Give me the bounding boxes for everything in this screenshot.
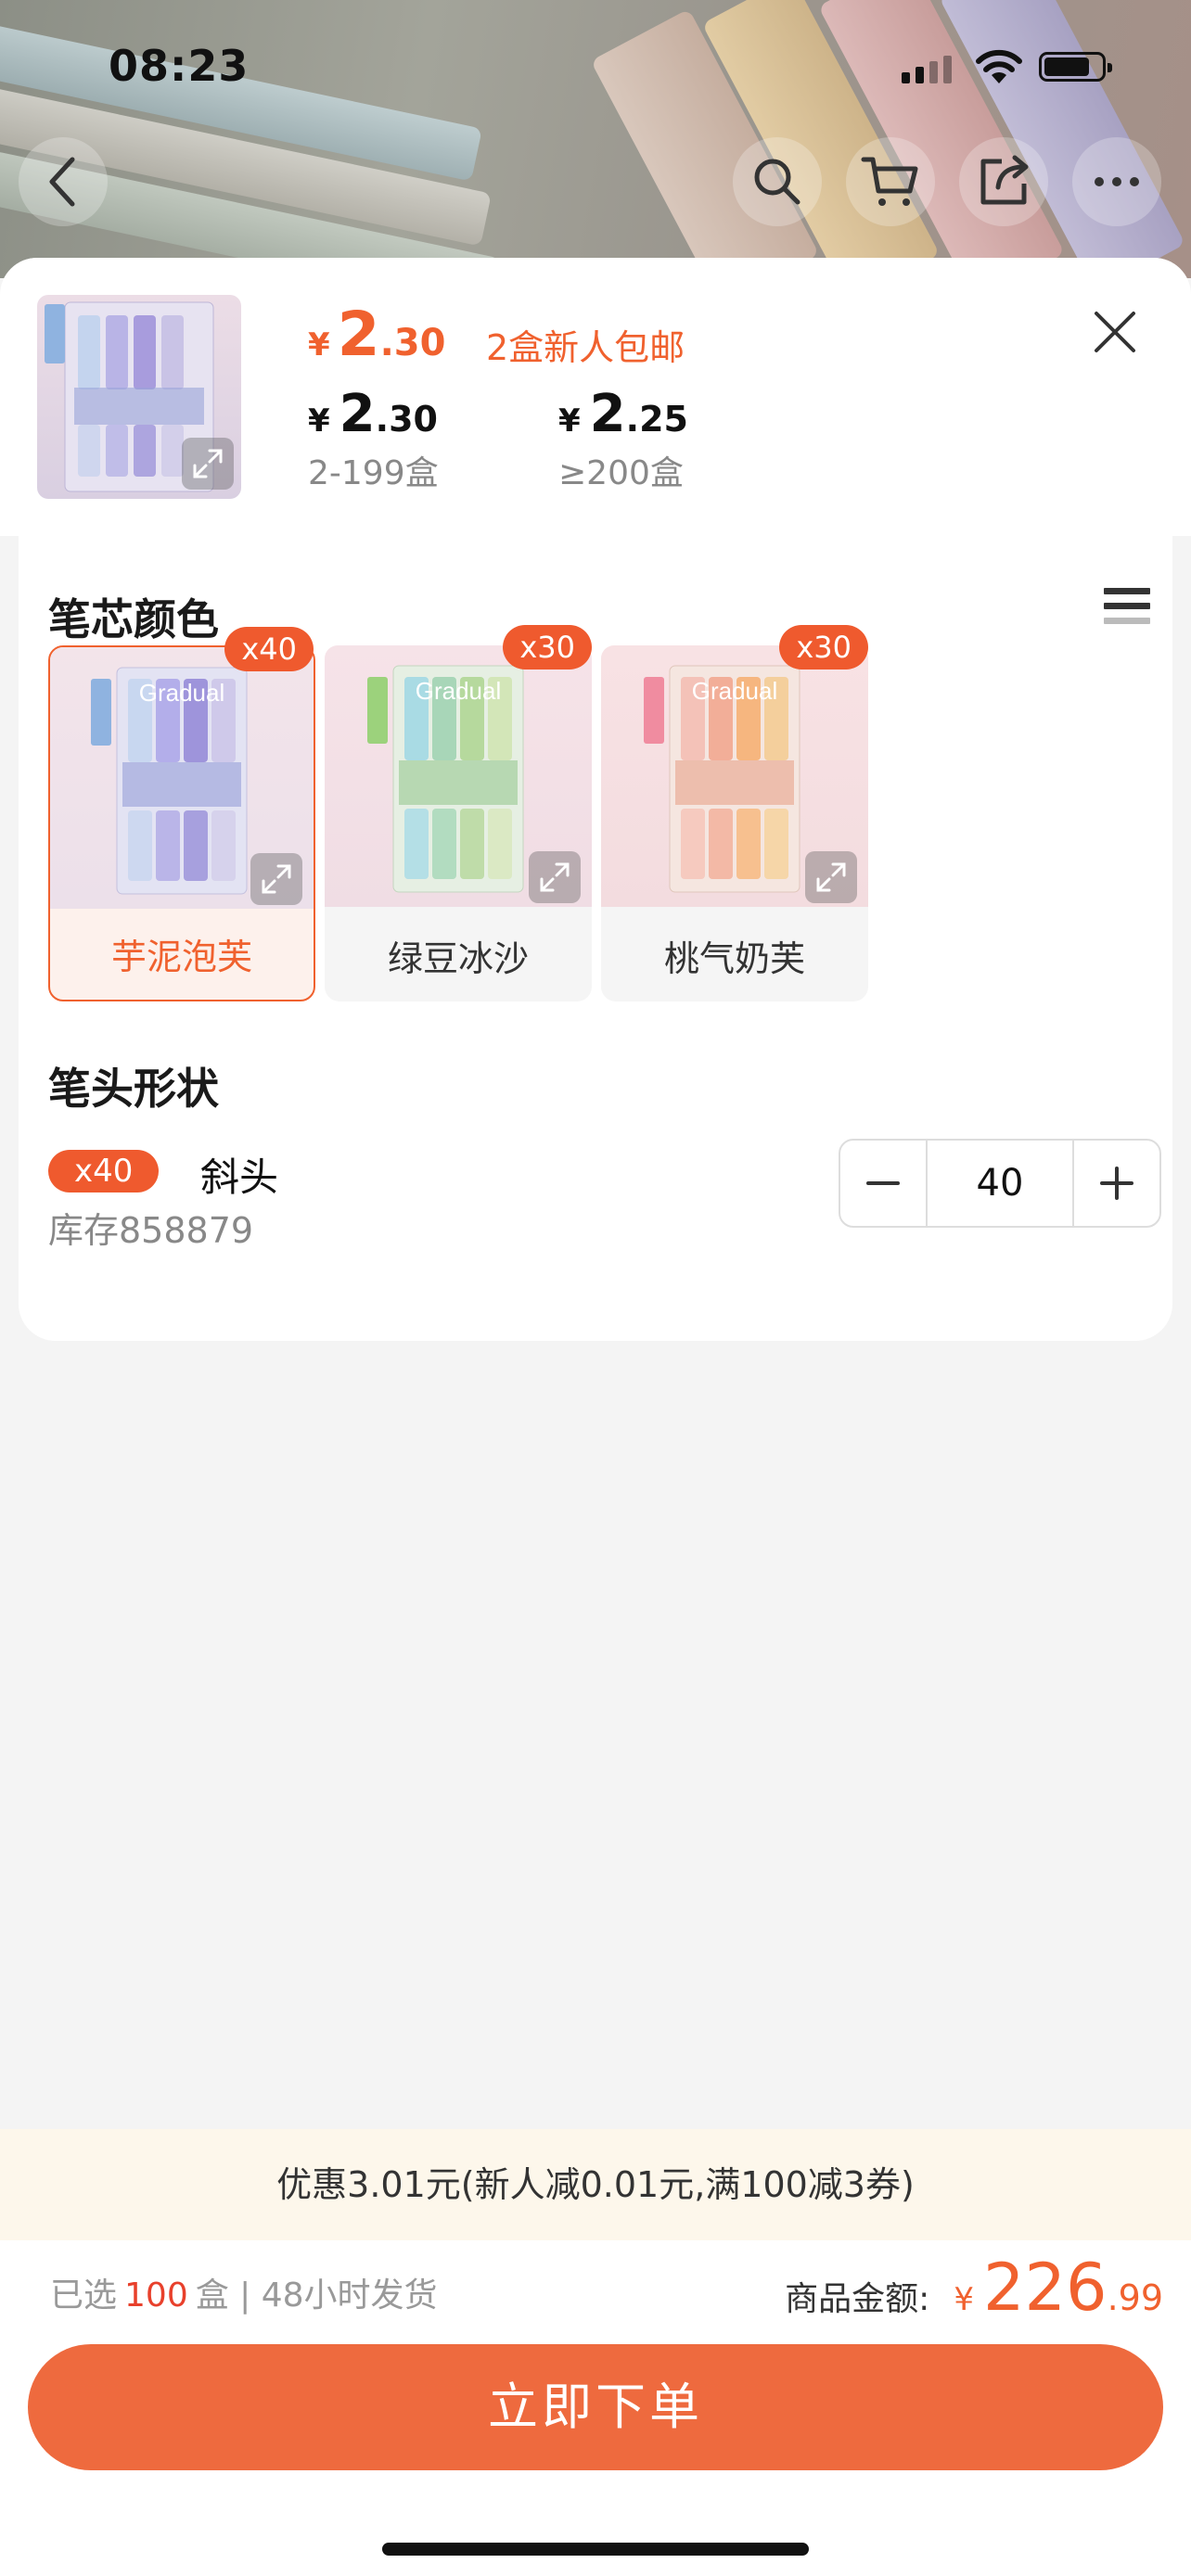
currency-symbol: ¥	[308, 402, 330, 440]
sku-options-card: 笔芯颜色 Gradual x40 芋泥泡芙 Gradual x30 绿豆冰沙 G…	[19, 536, 1172, 1341]
selected-summary: 已选 100 盒 | 48小时发货	[50, 2268, 438, 2316]
tier-price-decimal: .30	[375, 399, 438, 440]
total-amount: 商品金额: ¥ 226 .99	[785, 2250, 1163, 2326]
quantity-badge: x40	[48, 1150, 160, 1192]
home-indicator	[382, 2543, 809, 2556]
color-option-label: 芋泥泡芙	[110, 937, 252, 977]
stock-count: 库存858879	[48, 1210, 254, 1251]
pen-box-image: Gradual	[644, 665, 800, 893]
current-price: ¥ 2 .30	[308, 299, 445, 370]
svg-text:Gradual: Gradual	[139, 679, 225, 707]
selected-count: 100	[124, 2276, 188, 2315]
color-option-image: Gradual	[50, 647, 314, 909]
tip-shape-name: 斜头	[200, 1154, 279, 1200]
expand-image-button[interactable]	[250, 853, 302, 905]
plus-icon	[1100, 1167, 1133, 1200]
more-icon	[1095, 177, 1139, 186]
product-thumbnail[interactable]	[37, 295, 241, 499]
tier-range: ≥200盒	[558, 454, 684, 492]
expand-icon	[262, 864, 291, 894]
share-icon	[980, 155, 1029, 205]
price-integer: 2	[337, 299, 380, 370]
search-icon	[754, 159, 800, 205]
tier-price-decimal: .25	[625, 399, 688, 440]
expand-image-button[interactable]	[182, 438, 234, 490]
pen-box-image: Gradual	[91, 667, 248, 895]
price-tier: ¥ 2 .30 2-199盒	[308, 384, 439, 494]
currency-symbol: ¥	[558, 402, 581, 440]
expand-icon	[816, 862, 846, 892]
place-order-button[interactable]: 立即下单	[28, 2344, 1163, 2470]
quantity-badge: x30	[779, 625, 868, 670]
more-button[interactable]	[1072, 137, 1161, 226]
close-icon	[1095, 312, 1135, 352]
status-bar: 08:23	[0, 0, 1191, 130]
sheet-header: ¥ 2 .30 2盒新人包邮 ¥ 2 .30 2-199盒 ¥ 2 .25 ≥2…	[0, 258, 1191, 536]
expand-icon	[540, 862, 570, 892]
cart-icon	[861, 157, 918, 206]
close-button[interactable]	[1087, 304, 1143, 360]
color-section-title: 笔芯颜色	[48, 594, 219, 644]
cellular-signal-icon	[902, 56, 952, 83]
chevron-left-icon	[49, 157, 75, 207]
color-option-image: Gradual	[601, 645, 868, 907]
currency-symbol: ¥	[308, 326, 330, 363]
quantity-badge: x30	[503, 625, 592, 670]
status-time: 08:23	[109, 41, 250, 91]
selected-prefix: 已选	[50, 2276, 118, 2315]
svg-text:Gradual: Gradual	[416, 677, 502, 705]
color-option-image: Gradual	[325, 645, 592, 907]
price-decimal: .30	[379, 322, 446, 364]
cart-button[interactable]	[846, 137, 935, 226]
decrease-button[interactable]	[840, 1141, 926, 1226]
expand-image-button[interactable]	[529, 851, 581, 903]
color-option-peach[interactable]: Gradual x30 桃气奶芙	[601, 625, 868, 1001]
total-label: 商品金额:	[785, 2280, 930, 2318]
tip-shape-section-title: 笔头形状	[48, 1064, 219, 1114]
selected-suffix: 盒 | 48小时发货	[195, 2276, 438, 2315]
total-decimal: .99	[1107, 2277, 1163, 2318]
increase-button[interactable]	[1074, 1141, 1159, 1226]
minus-icon	[866, 1181, 900, 1185]
svg-text:Gradual: Gradual	[692, 677, 778, 705]
total-integer: 226	[982, 2250, 1108, 2326]
tier-price-integer: 2	[339, 384, 376, 444]
search-button[interactable]	[733, 137, 822, 226]
new-user-promo: 2盒新人包邮	[486, 327, 685, 368]
color-option-mung-bean[interactable]: Gradual x30 绿豆冰沙	[325, 625, 592, 1001]
color-option-label: 桃气奶芙	[663, 938, 805, 979]
share-button[interactable]	[959, 137, 1048, 226]
list-view-toggle-icon[interactable]	[1104, 588, 1150, 638]
currency-symbol: ¥	[954, 2281, 974, 2318]
battery-icon	[1039, 52, 1112, 82]
color-option-taro[interactable]: Gradual x40 芋泥泡芙	[48, 627, 315, 1001]
order-footer: 已选 100 盒 | 48小时发货 商品金额: ¥ 226 .99 立即下单	[0, 2240, 1191, 2576]
back-button[interactable]	[19, 137, 108, 226]
expand-image-button[interactable]	[805, 851, 857, 903]
pen-box-image: Gradual	[367, 665, 524, 893]
color-option-label: 绿豆冰沙	[387, 938, 529, 979]
price-tier: ¥ 2 .25 ≥200盒	[558, 384, 688, 494]
discount-bar: 优惠3.01元(新人减0.01元,满100减3券)	[0, 2129, 1191, 2240]
wifi-icon	[976, 49, 1022, 83]
quantity-stepper: 40	[839, 1139, 1161, 1228]
expand-icon	[193, 449, 223, 478]
tier-price-integer: 2	[589, 384, 626, 444]
quantity-badge: x40	[224, 627, 314, 671]
quantity-input[interactable]: 40	[926, 1141, 1074, 1226]
tier-range: 2-199盒	[308, 454, 439, 492]
